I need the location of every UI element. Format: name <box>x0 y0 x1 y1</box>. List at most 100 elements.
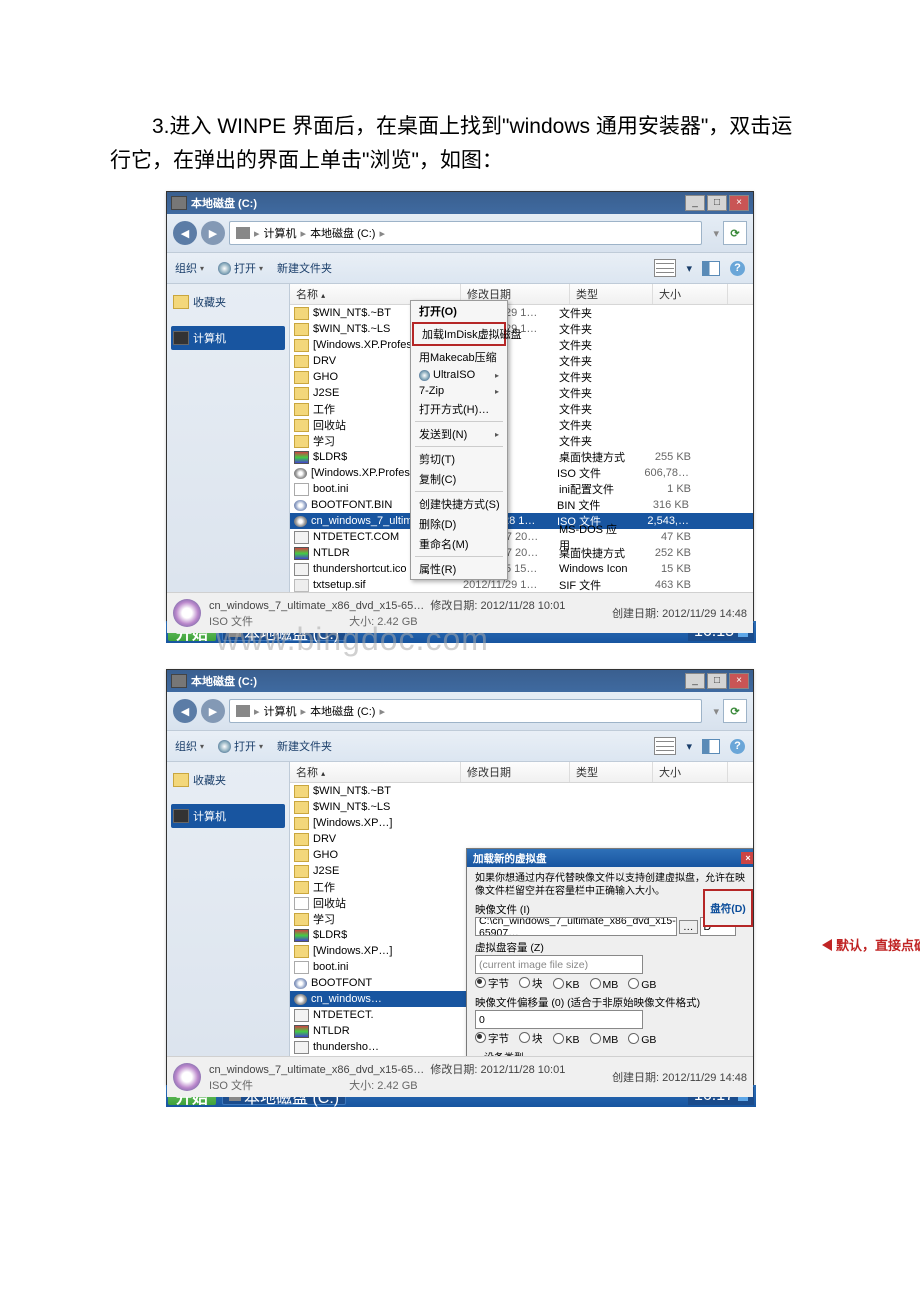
nav-back-button[interactable]: ◀ <box>173 221 197 245</box>
window-title: 本地磁盘 (C:) <box>191 673 685 689</box>
radio-mb[interactable] <box>590 978 601 989</box>
pane-icon[interactable] <box>702 739 720 754</box>
file-row[interactable]: DRV文件夹 <box>290 353 753 369</box>
file-icon <box>294 483 309 496</box>
window-controls: _ □ × <box>685 195 749 211</box>
ctx-ultraiso[interactable]: UltraISO▸ <box>411 367 507 383</box>
ctx-imdisk[interactable]: 加载ImDisk虚拟磁盘 <box>414 324 504 344</box>
view-icon[interactable] <box>654 737 676 755</box>
file-row[interactable]: $WIN_NT$.~LS <box>290 799 753 815</box>
file-row[interactable]: txtsetup.sif2012/11/29 1…SIF 文件463 KB <box>290 577 753 592</box>
radio-gb2[interactable] <box>628 1033 639 1044</box>
file-name: $WIN_NT$.~BT <box>313 785 463 797</box>
size-input[interactable]: (current image file size) <box>475 955 643 974</box>
pane-icon[interactable] <box>702 261 720 276</box>
file-row[interactable]: NTLDR2004/8/17 20…桌面快捷方式252 KB <box>290 545 753 561</box>
file-row[interactable]: 学习文件夹 <box>290 433 753 449</box>
refresh-button[interactable]: ⟳ <box>723 221 747 245</box>
organize-button[interactable]: 组织▾ <box>175 738 204 754</box>
organize-button[interactable]: 组织▾ <box>175 260 204 276</box>
radio-kb2[interactable] <box>553 1033 564 1044</box>
file-icon <box>294 547 309 560</box>
drive-letter-button[interactable]: 盘符(D) <box>703 889 753 927</box>
breadcrumb[interactable]: ▸ 计算机 ▸ 本地磁盘 (C:) ▸ <box>229 221 702 245</box>
file-row[interactable]: J2SE…文件夹 <box>290 385 753 401</box>
file-row[interactable]: thundershortcut.ico2011/5/15 15…Windows … <box>290 561 753 577</box>
file-icon <box>294 994 307 1005</box>
file-row[interactable]: boot.ini…ini配置文件1 KB <box>290 481 753 497</box>
file-icon <box>294 323 309 336</box>
ctx-sendto[interactable]: 发送到(N)▸ <box>411 424 507 444</box>
nav-computer[interactable]: 计算机 <box>171 326 285 350</box>
minimize-button[interactable]: _ <box>685 195 705 211</box>
dropdown-icon[interactable]: ▾ <box>713 227 719 240</box>
file-row[interactable]: $LDR$…桌面快捷方式255 KB <box>290 449 753 465</box>
file-type: BIN 文件 <box>557 497 627 513</box>
view-icon[interactable] <box>654 259 676 277</box>
ctx-makecab[interactable]: 用Makecab压缩 <box>411 347 507 367</box>
breadcrumb[interactable]: ▸ 计算机 ▸ 本地磁盘 (C:) ▸ <box>229 699 702 723</box>
maximize-button[interactable]: □ <box>707 195 727 211</box>
nav-forward-button[interactable]: ▶ <box>201 221 225 245</box>
file-row[interactable]: NTDETECT.COM2004/8/17 20…MS-DOS 应用…47 KB <box>290 529 753 545</box>
file-size: 2,543,… <box>627 515 695 527</box>
maximize-button[interactable]: □ <box>707 673 727 689</box>
file-row[interactable]: [Windows.XP…] <box>290 815 753 831</box>
radio-mb2[interactable] <box>590 1033 601 1044</box>
file-row[interactable]: $WIN_NT$.~BT <box>290 783 753 799</box>
file-row[interactable]: BOOTFONT.BIN…BIN 文件316 KB <box>290 497 753 513</box>
ctx-copy[interactable]: 复制(C) <box>411 469 507 489</box>
ctx-delete[interactable]: 删除(D) <box>411 514 507 534</box>
radio-gb[interactable] <box>628 978 639 989</box>
ctx-openwith[interactable]: 打开方式(H)… <box>411 399 507 419</box>
file-row[interactable]: 工作…文件夹 <box>290 401 753 417</box>
refresh-button[interactable]: ⟳ <box>723 699 747 723</box>
nav-computer[interactable]: 计算机 <box>171 804 285 828</box>
file-date: 2012/11/29 1… <box>463 579 559 591</box>
radio-bytes2[interactable] <box>475 1032 486 1043</box>
ctx-7zip[interactable]: 7-Zip▸ <box>411 383 507 399</box>
size-label: 虚拟盘容量 (Z) <box>475 940 753 955</box>
nav-forward-button[interactable]: ▶ <box>201 699 225 723</box>
dialog-close-button[interactable]: × <box>741 852 753 864</box>
image-file-browse-dots[interactable]: … <box>679 920 698 934</box>
screenshot-2: 本地磁盘 (C:) _ □ × ◀ ▶ ▸ 计算机 ▸ 本地磁盘 (C:) ▸ <box>166 669 810 1107</box>
help-icon[interactable]: ? <box>730 261 745 276</box>
file-icon <box>294 1025 309 1038</box>
open-button[interactable]: 打开▾ <box>218 738 263 754</box>
file-row[interactable]: cn_windows_7_ultimate_x86_dvd_x15-…2012/… <box>290 513 753 529</box>
file-row[interactable]: DRV <box>290 831 753 847</box>
ctx-shortcut[interactable]: 创建快捷方式(S) <box>411 494 507 514</box>
file-row[interactable]: $WIN_NT$.~BT2012/11/29 1…文件夹 <box>290 305 753 321</box>
file-name: NTDETECT. <box>313 1009 463 1021</box>
file-row[interactable]: 回收站…文件夹 <box>290 417 753 433</box>
close-button[interactable]: × <box>729 195 749 211</box>
help-icon[interactable]: ? <box>730 739 745 754</box>
file-icon <box>294 307 309 320</box>
radio-bytes[interactable] <box>475 977 486 988</box>
file-row[interactable]: GHO…文件夹 <box>290 369 753 385</box>
ctx-properties[interactable]: 属性(R) <box>411 559 507 579</box>
open-button[interactable]: 打开▾ <box>218 260 263 276</box>
file-row[interactable]: [Windows.XP.Professional]…ISO 文件606,78… <box>290 465 753 481</box>
drive-icon <box>171 674 187 688</box>
close-button[interactable]: × <box>729 673 749 689</box>
new-folder-button[interactable]: 新建文件夹 <box>277 738 332 754</box>
nav-back-button[interactable]: ◀ <box>173 699 197 723</box>
image-file-input[interactable]: C:\cn_windows_7_ultimate_x86_dvd_x15-659… <box>475 917 677 936</box>
computer-icon <box>173 331 189 345</box>
dropdown-icon[interactable]: ▾ <box>713 705 719 718</box>
minimize-button[interactable]: _ <box>685 673 705 689</box>
ctx-rename[interactable]: 重命名(M) <box>411 534 507 554</box>
ctx-open[interactable]: 打开(O) <box>411 301 507 321</box>
file-icon <box>294 801 309 814</box>
ctx-cut[interactable]: 剪切(T) <box>411 449 507 469</box>
radio-kb[interactable] <box>553 978 564 989</box>
radio-blocks2[interactable] <box>519 1032 530 1043</box>
file-icon <box>294 1041 309 1054</box>
new-folder-button[interactable]: 新建文件夹 <box>277 260 332 276</box>
offset-input[interactable]: 0 <box>475 1010 643 1029</box>
radio-blocks[interactable] <box>519 977 530 988</box>
nav-favorites[interactable]: 收藏夹 <box>171 768 285 792</box>
nav-favorites[interactable]: 收藏夹 <box>171 290 285 314</box>
